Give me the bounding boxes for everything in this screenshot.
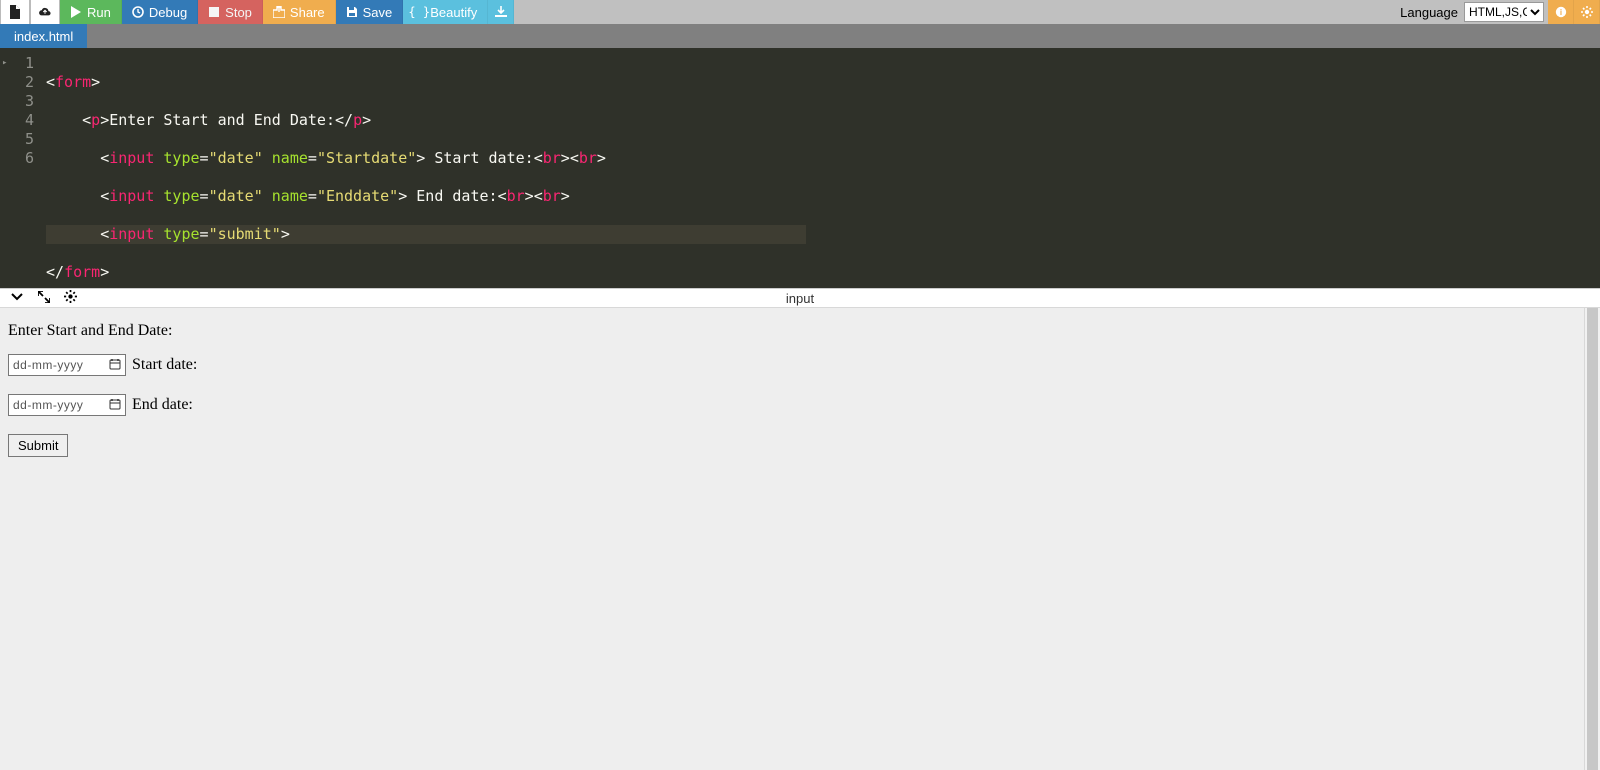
beautify-label: Beautify <box>430 5 477 20</box>
save-label: Save <box>363 5 393 20</box>
language-select[interactable]: HTML,JS,CSS <box>1464 2 1544 22</box>
line-number: 3 <box>0 92 34 111</box>
chevron-down-icon <box>10 291 24 307</box>
submit-label: Submit <box>18 438 58 453</box>
end-date-row: dd-mm-yyyy End date: <box>8 394 1592 416</box>
line-number: 6 <box>0 149 34 168</box>
preview-scrollbar[interactable] <box>1584 308 1600 770</box>
svg-text:i: i <box>1559 8 1561 17</box>
editor-gutter: 1 2 3 4 5 6 <box>0 48 42 288</box>
save-button[interactable]: Save <box>336 0 404 24</box>
calendar-icon[interactable] <box>109 358 121 373</box>
share-label: Share <box>290 5 325 20</box>
beautify-button[interactable]: { } Beautify <box>403 0 488 24</box>
gear-icon <box>64 290 77 306</box>
submit-button[interactable]: Submit <box>8 434 68 457</box>
download-icon <box>495 6 507 18</box>
debug-label: Debug <box>149 5 187 20</box>
new-file-icon <box>9 6 21 18</box>
start-date-input[interactable]: dd-mm-yyyy <box>8 354 126 376</box>
tab-index-html[interactable]: index.html <box>0 24 87 48</box>
share-button[interactable]: Share <box>263 0 336 24</box>
output-preview: Enter Start and End Date: dd-mm-yyyy Sta… <box>0 308 1600 770</box>
file-tabstrip: index.html <box>0 24 1600 48</box>
stop-button[interactable]: Stop <box>198 0 263 24</box>
end-date-label: End date: <box>132 396 193 414</box>
new-file-button[interactable] <box>0 0 30 24</box>
line-number: 5 <box>0 130 34 149</box>
info-icon: i <box>1555 6 1567 18</box>
stop-icon <box>208 6 220 18</box>
output-header: input <box>0 288 1600 308</box>
settings-button[interactable] <box>1574 0 1600 24</box>
preview-heading: Enter Start and End Date: <box>8 322 1592 340</box>
start-date-label: Start date: <box>132 356 197 374</box>
line-number: 4 <box>0 111 34 130</box>
stop-label: Stop <box>225 5 252 20</box>
gear-icon <box>1581 6 1593 18</box>
main-toolbar: Run Debug Stop Share Save { } Beautify L… <box>0 0 1600 24</box>
start-date-row: dd-mm-yyyy Start date: <box>8 354 1592 376</box>
calendar-icon[interactable] <box>109 398 121 413</box>
code-editor[interactable]: 1 2 3 4 5 6 <form> <p>Enter Start and En… <box>0 48 1600 288</box>
expand-icon <box>38 290 50 306</box>
debug-button[interactable]: Debug <box>122 0 198 24</box>
output-title: input <box>786 291 814 306</box>
debug-icon <box>132 6 144 18</box>
tab-label: index.html <box>14 29 73 44</box>
scrollbar-thumb[interactable] <box>1587 308 1598 770</box>
output-settings-button[interactable] <box>64 290 77 307</box>
start-date-placeholder: dd-mm-yyyy <box>13 358 83 372</box>
run-label: Run <box>87 5 111 20</box>
info-button[interactable]: i <box>1548 0 1574 24</box>
language-label: Language <box>1394 5 1464 20</box>
line-number: 1 <box>0 54 34 73</box>
run-button[interactable]: Run <box>60 0 122 24</box>
cloud-upload-icon <box>39 6 51 18</box>
braces-icon: { } <box>413 6 425 18</box>
play-icon <box>70 6 82 18</box>
collapse-output-button[interactable] <box>10 290 24 307</box>
editor-code[interactable]: <form> <p>Enter Start and End Date:</p> … <box>42 48 806 288</box>
share-icon <box>273 6 285 18</box>
save-icon <box>346 6 358 18</box>
download-button[interactable] <box>488 0 514 24</box>
upload-button[interactable] <box>30 0 60 24</box>
toolbar-spacer <box>514 0 1394 24</box>
end-date-placeholder: dd-mm-yyyy <box>13 398 83 412</box>
end-date-input[interactable]: dd-mm-yyyy <box>8 394 126 416</box>
line-number: 2 <box>0 73 34 92</box>
fullscreen-output-button[interactable] <box>38 290 50 307</box>
